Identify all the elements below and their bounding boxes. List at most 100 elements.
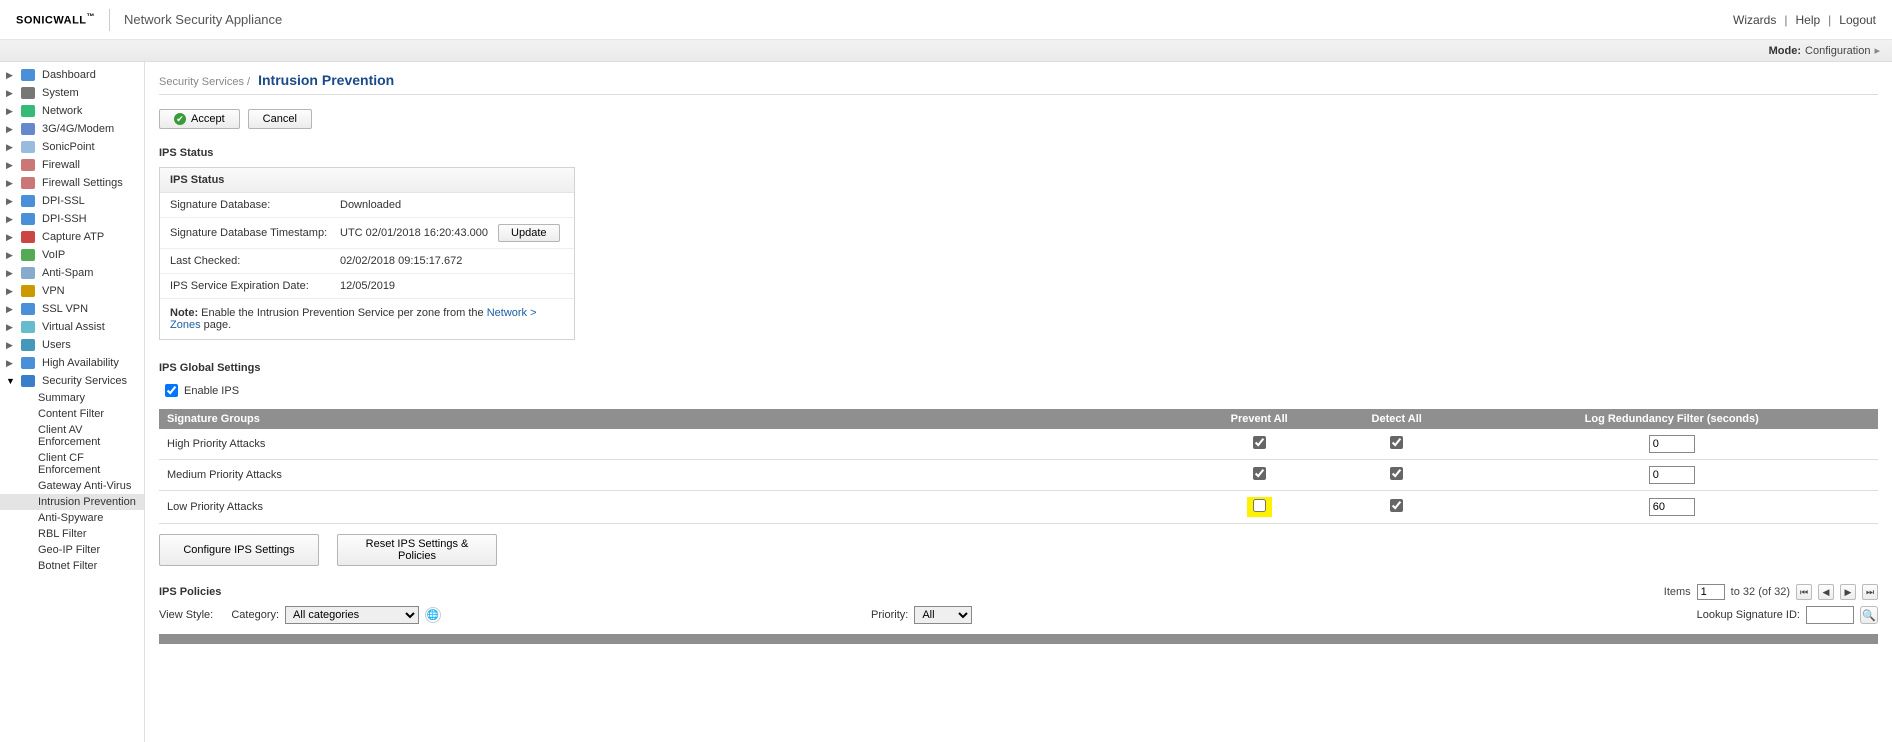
sidebar-item[interactable]: ▼Security Services: [0, 372, 144, 390]
status-row: Signature Database: Downloaded: [160, 193, 574, 218]
category-label: Category:: [231, 609, 279, 621]
ips-policies-heading: IPS Policies: [159, 586, 221, 598]
log-redundancy-input[interactable]: [1649, 466, 1695, 484]
sidebar-item[interactable]: ▶Firewall Settings: [0, 174, 144, 192]
signature-group-name: Low Priority Attacks: [159, 491, 1190, 524]
detect-cell: [1328, 460, 1466, 491]
log-redundancy-input[interactable]: [1649, 498, 1695, 516]
signature-group-name: Medium Priority Attacks: [159, 460, 1190, 491]
nav-icon: [20, 68, 36, 82]
lookup-input[interactable]: [1806, 606, 1854, 624]
sidebar-item[interactable]: ▶VoIP: [0, 246, 144, 264]
check-icon: ✔: [174, 113, 186, 125]
col-detect-all: Detect All: [1328, 409, 1466, 429]
configure-ips-settings-button[interactable]: Configure IPS Settings: [159, 534, 319, 566]
sidebar-item-label: SonicPoint: [42, 141, 95, 153]
col-signature-groups: Signature Groups: [159, 409, 1190, 429]
sidebar-item[interactable]: ▶Network: [0, 102, 144, 120]
update-button[interactable]: Update: [498, 224, 559, 242]
nav-icon: [20, 284, 36, 298]
sidebar-subitem[interactable]: Gateway Anti-Virus: [0, 478, 144, 494]
sidebar-subitem[interactable]: RBL Filter: [0, 526, 144, 542]
sidebar-item[interactable]: ▶ DPI-SSL: [0, 192, 144, 210]
cancel-button[interactable]: Cancel: [248, 109, 312, 129]
accept-button[interactable]: ✔ Accept: [159, 109, 240, 129]
status-row: IPS Service Expiration Date: 12/05/2019: [160, 274, 574, 299]
priority-group: Priority: All: [871, 606, 972, 624]
search-icon[interactable]: 🔍: [1860, 606, 1878, 624]
logout-link[interactable]: Logout: [1839, 13, 1876, 27]
sidebar-item-label: Security Services: [42, 375, 127, 387]
sidebar-subitem[interactable]: Client AV Enforcement: [0, 422, 144, 450]
sidebar-subitem[interactable]: Client CF Enforcement: [0, 450, 144, 478]
pager-last-icon[interactable]: ⏭: [1862, 584, 1878, 600]
globe-icon[interactable]: 🌐: [425, 607, 441, 623]
signature-group-row: High Priority Attacks: [159, 429, 1878, 460]
sidebar-item[interactable]: ▶DPI-SSH: [0, 210, 144, 228]
sidebar-subitem[interactable]: Intrusion Prevention: [0, 494, 144, 510]
note-text-a: Enable the Intrusion Prevention Service …: [198, 307, 487, 319]
sidebar-item[interactable]: ▶Dashboard: [0, 66, 144, 84]
ips-status-heading: IPS Status: [159, 147, 1878, 159]
sidebar-subitem[interactable]: Anti-Spyware: [0, 510, 144, 526]
sidebar-item[interactable]: ▶VPN: [0, 282, 144, 300]
mode-value[interactable]: Configuration: [1805, 45, 1870, 57]
sidebar-item[interactable]: ▶Users: [0, 336, 144, 354]
priority-select[interactable]: All: [914, 606, 972, 624]
btn-label: Configure IPS Settings: [183, 544, 294, 556]
top-header: SONICWALL™ Network Security Appliance Wi…: [0, 0, 1892, 40]
breadcrumb: Security Services / Intrusion Prevention: [159, 72, 1878, 88]
enable-ips-checkbox[interactable]: [165, 384, 178, 397]
status-row: Last Checked: 02/02/2018 09:15:17.672: [160, 249, 574, 274]
sidebar-subitem-label: RBL Filter: [38, 528, 87, 540]
detect-cell: [1328, 429, 1466, 460]
sidebar-subitem-label: Client AV Enforcement: [38, 424, 140, 448]
nav-icon: [20, 86, 36, 100]
accept-label: Accept: [191, 113, 225, 125]
sidebar-subitem[interactable]: Geo-IP Filter: [0, 542, 144, 558]
sidebar-item[interactable]: ▶Virtual Assist: [0, 318, 144, 336]
sidebar-subitem[interactable]: Botnet Filter: [0, 558, 144, 574]
sidebar-item[interactable]: ▶ SonicPoint: [0, 138, 144, 156]
expand-icon: ▶: [6, 88, 14, 99]
cancel-label: Cancel: [263, 113, 297, 125]
expand-icon: ▶: [6, 142, 14, 153]
nav-icon: [20, 158, 36, 172]
pager-next-icon[interactable]: ▶: [1840, 584, 1856, 600]
category-select[interactable]: All categories: [285, 606, 419, 624]
sidebar-item[interactable]: ▶Firewall: [0, 156, 144, 174]
sidebar-item-label: DPI-SSL: [42, 195, 85, 207]
sidebar-item[interactable]: ▶SSL VPN: [0, 300, 144, 318]
sidebar-subitem[interactable]: Content Filter: [0, 406, 144, 422]
detect-all-checkbox[interactable]: [1390, 436, 1403, 449]
pager-first-icon[interactable]: ⏮: [1796, 584, 1812, 600]
items-page-input[interactable]: [1697, 584, 1725, 600]
sidebar-item[interactable]: ▶Capture ATP: [0, 228, 144, 246]
status-value: Downloaded: [340, 199, 564, 211]
status-row: Signature Database Timestamp: UTC 02/01/…: [160, 218, 574, 249]
sidebar-item[interactable]: ▶Anti-Spam: [0, 264, 144, 282]
expand-icon: ▶: [6, 196, 14, 207]
nav-icon: [20, 230, 36, 244]
sidebar-subitem-label: Botnet Filter: [38, 560, 97, 572]
detect-all-checkbox[interactable]: [1390, 499, 1403, 512]
prevent-all-checkbox[interactable]: [1253, 499, 1266, 512]
view-style-group: View Style: Category: All categories 🌐: [159, 606, 441, 624]
sidebar-subitem[interactable]: Summary: [0, 390, 144, 406]
sidebar-item[interactable]: ▶3G/4G/Modem: [0, 120, 144, 138]
detect-all-checkbox[interactable]: [1390, 467, 1403, 480]
nav-icon: [20, 212, 36, 226]
sidebar-item[interactable]: ▶High Availability: [0, 354, 144, 372]
sidebar-item[interactable]: ▶System: [0, 84, 144, 102]
wizards-link[interactable]: Wizards: [1733, 13, 1776, 27]
ips-settings-buttons: Configure IPS Settings Reset IPS Setting…: [159, 534, 1878, 566]
prevent-all-checkbox[interactable]: [1253, 436, 1266, 449]
reset-ips-settings-button[interactable]: Reset IPS Settings & Policies: [337, 534, 497, 566]
log-redundancy-input[interactable]: [1649, 435, 1695, 453]
prevent-cell: [1190, 460, 1328, 491]
pager-prev-icon[interactable]: ◀: [1818, 584, 1834, 600]
prevent-all-checkbox[interactable]: [1253, 467, 1266, 480]
update-label: Update: [511, 227, 546, 239]
expand-icon: ▶: [6, 232, 14, 243]
help-link[interactable]: Help: [1795, 13, 1820, 27]
